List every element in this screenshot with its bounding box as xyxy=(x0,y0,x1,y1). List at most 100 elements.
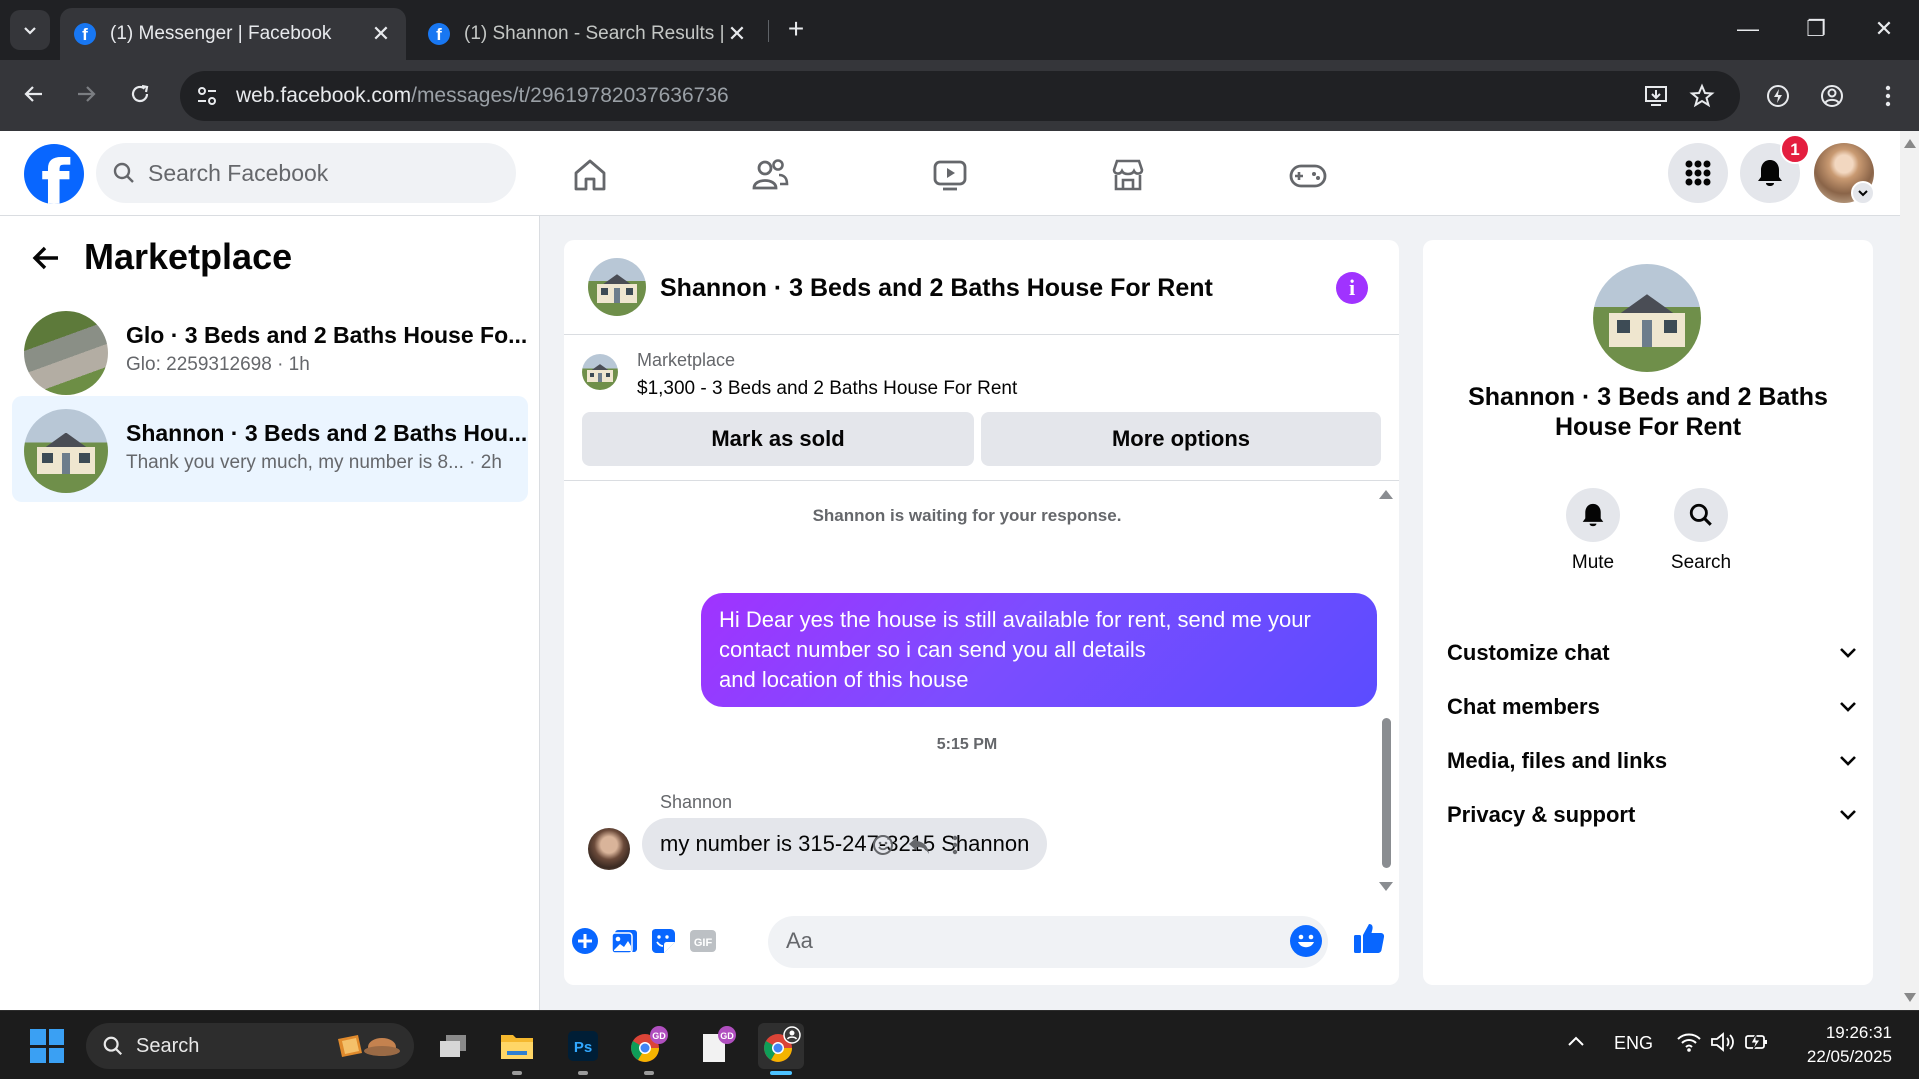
bookmark-button[interactable] xyxy=(1686,80,1718,112)
arrow-left-icon xyxy=(32,246,58,270)
windows-start-icon[interactable] xyxy=(30,1029,64,1063)
outgoing-message-bubble[interactable]: Hi Dear yes the house is still available… xyxy=(701,593,1377,707)
back-to-chats-button[interactable] xyxy=(26,238,66,278)
taskbar-chrome-profile-gd[interactable]: GD xyxy=(626,1023,672,1075)
chat-members-section[interactable]: Chat members xyxy=(1447,687,1857,727)
chevron-down-icon xyxy=(1840,756,1856,766)
message-input[interactable] xyxy=(786,928,1266,954)
minimize-button[interactable]: — xyxy=(1714,0,1782,60)
search-label: Search xyxy=(1670,552,1732,573)
taskbar-search[interactable]: Search xyxy=(86,1023,414,1069)
address-bar[interactable]: web.facebook.com/messages/t/296197820376… xyxy=(180,71,1740,121)
listing-label: Marketplace xyxy=(637,350,736,370)
profile-button[interactable] xyxy=(1816,80,1848,112)
taskbar-photoshop[interactable]: Ps xyxy=(560,1023,606,1075)
taskbar-clock[interactable]: 19:26:31 22/05/2025 xyxy=(1780,1021,1892,1069)
bell-icon xyxy=(1582,503,1604,527)
scroll-thumb[interactable] xyxy=(1382,718,1391,868)
scroll-down-arrow[interactable] xyxy=(1379,882,1393,891)
scroll-up-arrow[interactable] xyxy=(1379,490,1393,499)
star-icon xyxy=(1689,83,1715,108)
taskbar-task-view[interactable] xyxy=(430,1023,476,1069)
reload-icon xyxy=(131,84,149,103)
tab-search-results[interactable]: f (1) Shannon - Search Results | F ✕ xyxy=(414,8,762,60)
menu-button[interactable] xyxy=(1668,143,1728,203)
mute-circle[interactable] xyxy=(1566,488,1620,542)
mute-button[interactable]: Mute xyxy=(1553,488,1633,574)
customize-chat-section[interactable]: Customize chat xyxy=(1447,633,1857,673)
taskbar-notes-gd[interactable]: GD xyxy=(694,1023,740,1069)
tab-title: (1) Messenger | Facebook xyxy=(110,23,332,44)
nav-home[interactable] xyxy=(566,151,614,199)
url-path: /messages/t/29619782037636736 xyxy=(411,84,729,107)
tab-separator xyxy=(768,20,769,42)
forward-button[interactable] xyxy=(66,74,106,114)
search-circle[interactable] xyxy=(1674,488,1728,542)
react-button[interactable] xyxy=(870,832,896,858)
more-options-button[interactable]: More options xyxy=(981,412,1381,466)
nav-marketplace[interactable] xyxy=(1104,151,1152,199)
media-files-links-section[interactable]: Media, files and links xyxy=(1447,741,1857,781)
tab-messenger[interactable]: f (1) Messenger | Facebook ✕ xyxy=(60,8,406,60)
browser-toolbar: web.facebook.com/messages/t/296197820376… xyxy=(0,60,1919,131)
restore-button[interactable]: ❐ xyxy=(1782,0,1850,60)
taskbar-chrome-active[interactable] xyxy=(758,1023,804,1075)
search-icon xyxy=(1689,503,1712,526)
tab-search-button[interactable] xyxy=(10,10,50,50)
conversation-item-shannon[interactable]: Shannon · 3 Beds and 2 Baths Hou... Than… xyxy=(12,396,528,502)
taskbar-file-explorer[interactable] xyxy=(494,1023,540,1075)
sticker-button[interactable] xyxy=(646,924,680,958)
chevron-down-icon xyxy=(1840,810,1856,820)
like-button[interactable] xyxy=(1352,921,1386,955)
show-hidden-icons-button[interactable] xyxy=(1566,1031,1586,1056)
account-menu-chevron[interactable] xyxy=(1851,181,1875,205)
message-more-button[interactable] xyxy=(942,832,968,858)
conversation-item-glo[interactable]: Glo · 3 Beds and 2 Baths House Fo... Glo… xyxy=(12,298,528,404)
wifi-icon[interactable] xyxy=(1676,1031,1702,1058)
window-close-button[interactable]: ✕ xyxy=(1850,0,1918,60)
tab-close-icon[interactable]: ✕ xyxy=(370,21,392,47)
message-line: and location of this house xyxy=(719,667,969,692)
page-scrollbar[interactable] xyxy=(1900,131,1919,1010)
search-in-chat-button[interactable]: Search xyxy=(1661,488,1741,574)
nav-friends[interactable] xyxy=(746,151,794,199)
tab-title: (1) Shannon - Search Results | F xyxy=(464,23,726,44)
nav-gaming[interactable] xyxy=(1284,151,1332,199)
privacy-support-section[interactable]: Privacy & support xyxy=(1447,795,1857,835)
volume-icon[interactable] xyxy=(1710,1031,1736,1058)
performance-button[interactable] xyxy=(1762,80,1794,112)
listing-thumbnail[interactable] xyxy=(582,354,618,390)
chat-scrollbar[interactable] xyxy=(1376,482,1396,902)
language-indicator[interactable]: ENG xyxy=(1614,1033,1653,1054)
browser-menu-button[interactable] xyxy=(1872,80,1904,112)
details-avatar[interactable] xyxy=(1593,264,1701,372)
info-icon[interactable]: i xyxy=(1336,272,1368,304)
battery-icon[interactable] xyxy=(1744,1031,1772,1058)
facebook-favicon-icon: f xyxy=(428,23,450,45)
gif-button[interactable]: GIF xyxy=(686,924,720,958)
sender-avatar[interactable] xyxy=(588,828,630,870)
chat-title[interactable]: Shannon · 3 Beds and 2 Baths House For R… xyxy=(660,274,1213,303)
listing-price-title[interactable]: $1,300 - 3 Beds and 2 Baths House For Re… xyxy=(637,378,1017,400)
scroll-up-arrow[interactable] xyxy=(1904,139,1916,148)
chevron-up-icon xyxy=(1568,1036,1584,1046)
new-tab-button[interactable]: + xyxy=(778,12,814,48)
windows-taskbar: Search Ps GD GD ENG 19:26:31 22/05/2025 xyxy=(0,1010,1919,1079)
mark-as-sold-button[interactable]: Mark as sold xyxy=(582,412,974,466)
message-input-box[interactable] xyxy=(768,916,1328,968)
nav-video[interactable] xyxy=(926,151,974,199)
reply-button[interactable] xyxy=(906,832,932,858)
tab-close-icon[interactable]: ✕ xyxy=(726,21,748,47)
emoji-button[interactable] xyxy=(1290,925,1322,957)
back-button[interactable] xyxy=(14,74,54,114)
chat-avatar[interactable] xyxy=(588,258,646,316)
site-info-icon[interactable] xyxy=(194,83,220,109)
install-app-button[interactable] xyxy=(1640,80,1672,112)
scroll-down-arrow[interactable] xyxy=(1904,993,1916,1002)
incoming-message-bubble[interactable]: my number is 315-247-3215 Shannon xyxy=(642,818,1048,870)
facebook-logo-icon[interactable]: f xyxy=(24,144,84,204)
facebook-search-box[interactable]: Search Facebook xyxy=(96,143,516,203)
reload-button[interactable] xyxy=(120,74,160,114)
attach-photo-button[interactable] xyxy=(608,924,642,958)
more-actions-button[interactable] xyxy=(568,924,602,958)
